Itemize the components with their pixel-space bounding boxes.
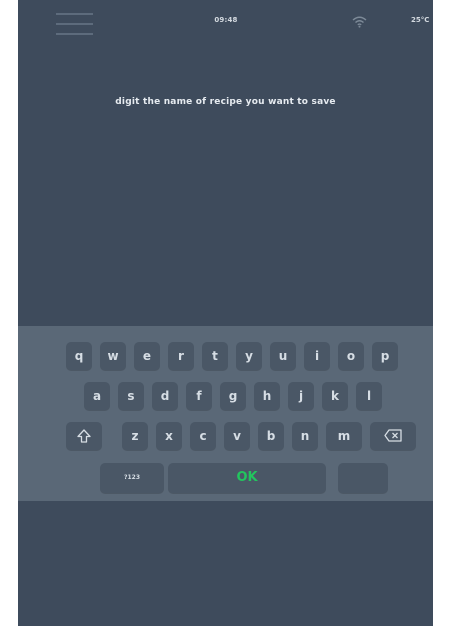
key-i[interactable]: i (304, 342, 330, 370)
on-screen-keyboard: q w e r t y u i o p a s d f g h j k l z … (18, 326, 433, 501)
key-j[interactable]: j (288, 382, 314, 410)
wifi-icon (352, 13, 367, 28)
shift-key[interactable] (66, 422, 102, 450)
recipe-name-prompt: digit the name of recipe you want to sav… (115, 97, 336, 107)
key-o[interactable]: o (338, 342, 364, 370)
key-e[interactable]: e (134, 342, 160, 370)
key-x[interactable]: x (156, 422, 182, 450)
key-d[interactable]: d (152, 382, 178, 410)
backspace-key[interactable] (370, 422, 416, 450)
key-v[interactable]: v (224, 422, 250, 450)
hamburger-menu-icon[interactable] (56, 13, 93, 35)
device-screen: 09:48 25°C digit the name of recipe you … (18, 0, 433, 626)
key-s[interactable]: s (118, 382, 144, 410)
ok-button[interactable]: OK (168, 463, 326, 493)
key-w[interactable]: w (100, 342, 126, 370)
status-bar: 09:48 25°C (18, 0, 433, 40)
key-n[interactable]: n (292, 422, 318, 450)
key-z[interactable]: z (122, 422, 148, 450)
temperature-readout: 25°C (411, 16, 430, 24)
key-q[interactable]: q (66, 342, 92, 370)
key-f[interactable]: f (186, 382, 212, 410)
key-g[interactable]: g (220, 382, 246, 410)
key-a[interactable]: a (84, 382, 110, 410)
key-y[interactable]: y (236, 342, 262, 370)
key-m[interactable]: m (326, 422, 362, 450)
key-h[interactable]: h (254, 382, 280, 410)
shift-arrow-icon (77, 429, 91, 443)
key-b[interactable]: b (258, 422, 284, 450)
key-p[interactable]: p (372, 342, 398, 370)
key-k[interactable]: k (322, 382, 348, 410)
backspace-icon (384, 429, 402, 442)
key-c[interactable]: c (190, 422, 216, 450)
numbers-key[interactable]: ?123 (100, 463, 164, 493)
clock-time: 09:48 (214, 16, 238, 24)
key-r[interactable]: r (168, 342, 194, 370)
key-l[interactable]: l (356, 382, 382, 410)
key-u[interactable]: u (270, 342, 296, 370)
blank-key[interactable] (338, 463, 388, 493)
key-t[interactable]: t (202, 342, 228, 370)
